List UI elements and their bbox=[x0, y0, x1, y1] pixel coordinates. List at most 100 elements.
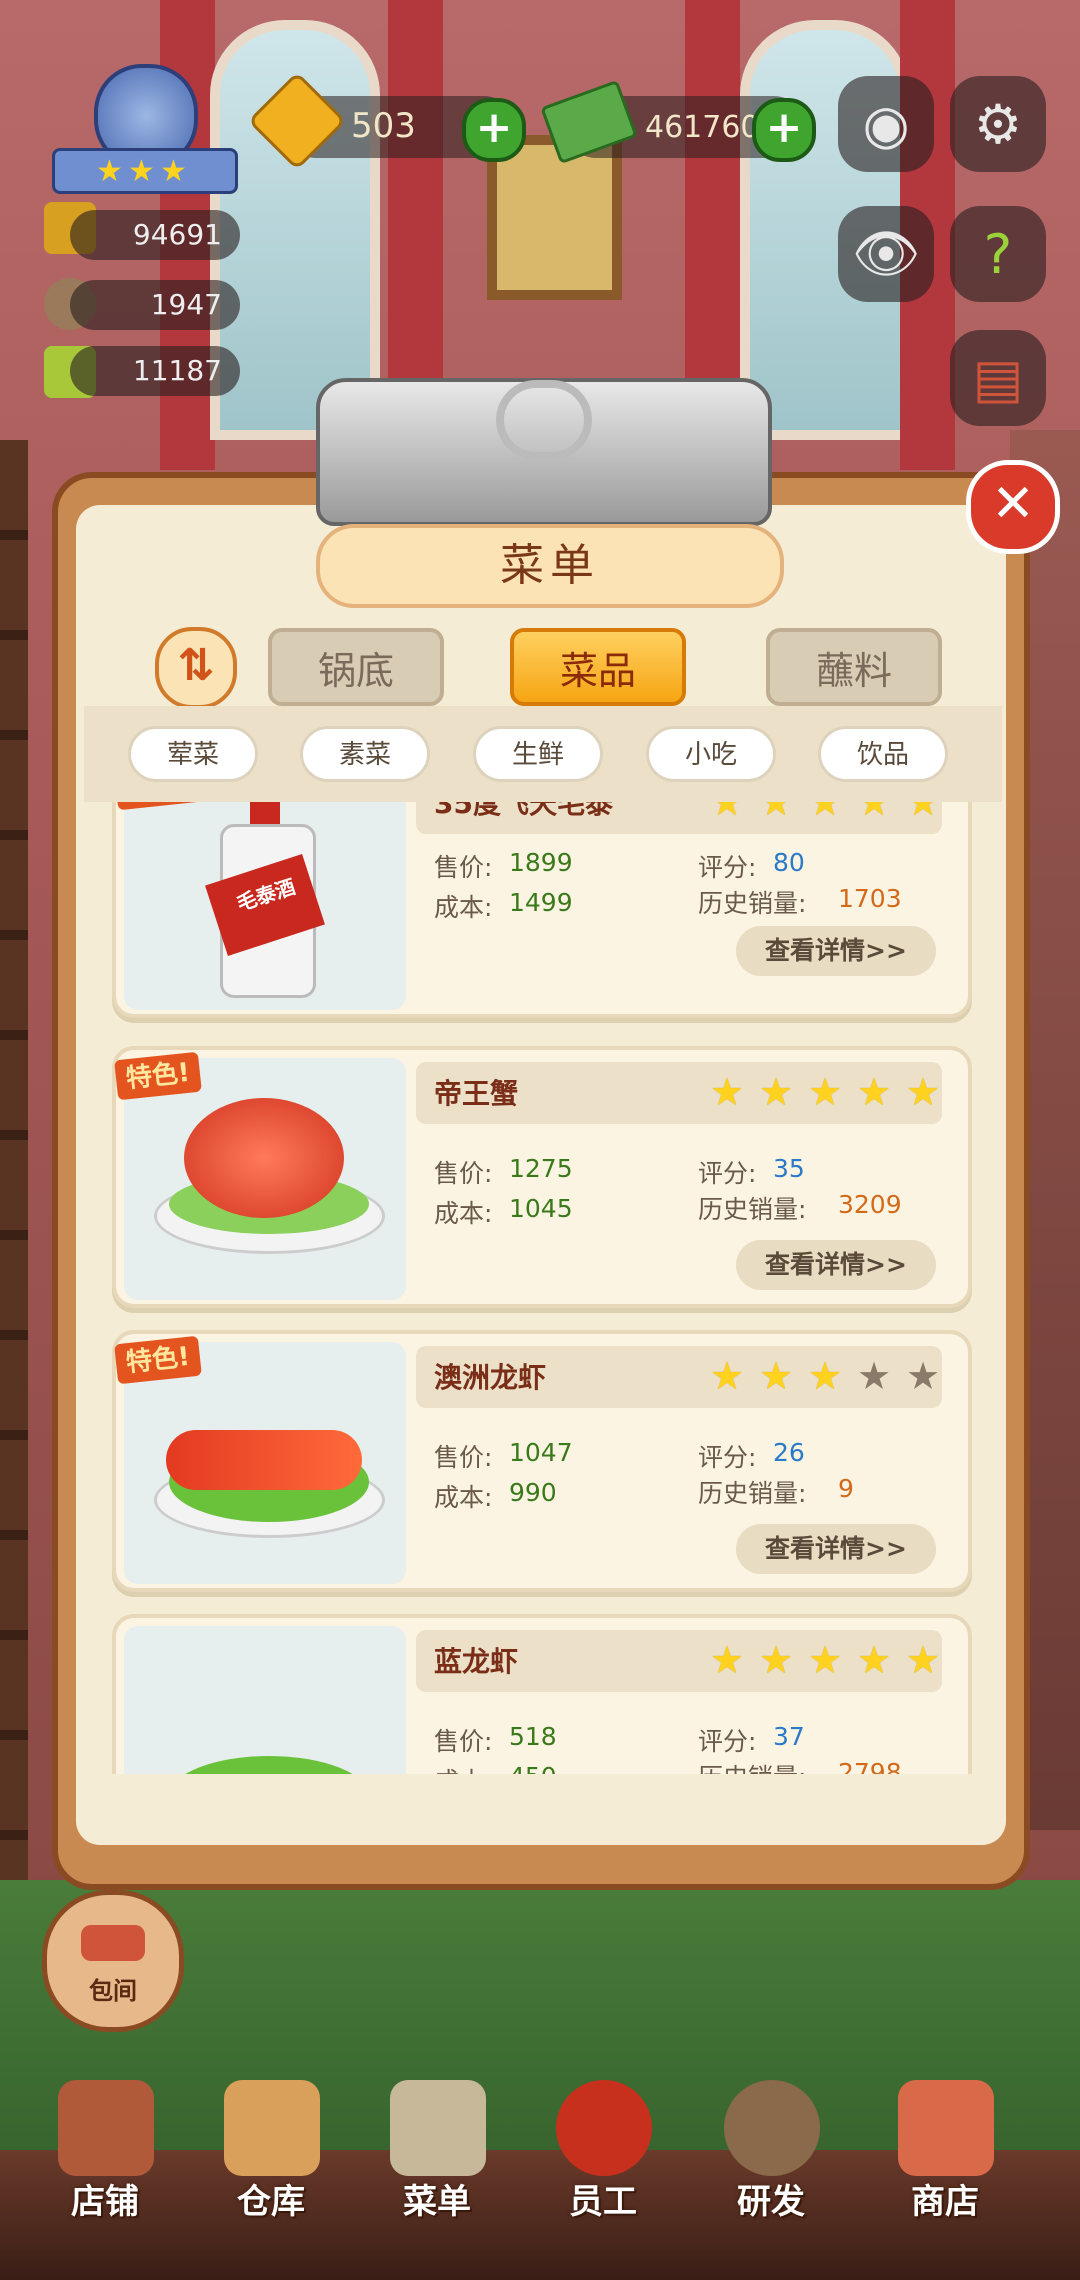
nav-store[interactable]: 商店 bbox=[870, 2080, 1020, 2230]
nav-label: 仓库 bbox=[237, 2182, 305, 2222]
sofa-icon bbox=[81, 1925, 145, 1961]
star-empty-icon: ★ bbox=[857, 1354, 892, 1398]
price-value: 1047 bbox=[509, 1438, 573, 1467]
nav-menu[interactable]: 菜单 bbox=[362, 2080, 512, 2230]
star-icon: ★ bbox=[759, 1354, 794, 1398]
nav-label: 研发 bbox=[737, 2182, 805, 2222]
star-icon: ★ bbox=[759, 1070, 794, 1114]
camera-button[interactable]: ◉ bbox=[838, 76, 934, 172]
add-cash-button[interactable]: + bbox=[752, 98, 816, 162]
restaurant-level-badge[interactable]: ★ ★ ★ bbox=[52, 60, 238, 194]
subtab-drinks[interactable]: 饮品 bbox=[818, 726, 948, 782]
star-icon: ★ bbox=[808, 1354, 843, 1398]
rating-value: 35 bbox=[773, 1154, 805, 1183]
badge-star-icon: ★ bbox=[128, 154, 155, 189]
cost-value: 450 bbox=[509, 1762, 557, 1774]
price-value: 518 bbox=[509, 1722, 557, 1751]
visibility-button[interactable]: 👁 bbox=[838, 206, 934, 302]
rating-value: 26 bbox=[773, 1438, 805, 1467]
rating-label: 评分: bbox=[698, 853, 757, 882]
dish-name: 澳洲龙虾 bbox=[434, 1361, 547, 1394]
star-icon: ★ bbox=[906, 1638, 941, 1682]
close-icon: ✕ bbox=[991, 474, 1035, 534]
private-room-label: 包间 bbox=[89, 1977, 137, 2005]
tab-dishes[interactable]: 菜品 bbox=[510, 628, 686, 706]
stat-popularity: 94691 bbox=[70, 210, 240, 260]
star-icon: ★ bbox=[759, 1638, 794, 1682]
star-icon: ★ bbox=[710, 1638, 745, 1682]
menu-title: 菜单 bbox=[316, 524, 784, 608]
dish-name: 帝王蟹 bbox=[434, 1077, 519, 1110]
dish-list[interactable]: 毛泰酒 特色! 35度飞天毛泰 ★ ★ ★ ★ ★ 售价: 1899 成本: 1… bbox=[104, 802, 978, 1774]
cost-value: 990 bbox=[509, 1478, 557, 1507]
rating-label: 评分: bbox=[698, 1727, 757, 1756]
star-icon: ★ bbox=[759, 802, 794, 824]
tab-dipping-sauce[interactable]: 蘸料 bbox=[766, 628, 942, 706]
dish-image bbox=[124, 1626, 406, 1774]
nav-shop[interactable]: 店铺 bbox=[30, 2080, 180, 2230]
store-icon bbox=[898, 2080, 994, 2176]
subtab-snacks[interactable]: 小吃 bbox=[646, 726, 776, 782]
dish-name: 蓝龙虾 bbox=[434, 1645, 519, 1678]
nav-label: 店铺 bbox=[71, 2182, 139, 2222]
lobster-icon bbox=[166, 1430, 362, 1490]
sales-value: 9 bbox=[838, 1474, 854, 1503]
recipe-book-button[interactable]: ▤ bbox=[950, 330, 1046, 426]
price-label: 售价: bbox=[434, 1159, 493, 1188]
cost-label: 成本: bbox=[434, 893, 493, 922]
sales-label: 历史销量: bbox=[698, 1479, 807, 1508]
rating-label: 评分: bbox=[698, 1443, 757, 1472]
nav-research[interactable]: 研发 bbox=[696, 2080, 846, 2230]
cost-label: 成本: bbox=[434, 1483, 493, 1512]
clipboard-ring bbox=[496, 380, 592, 460]
wood-post bbox=[0, 440, 28, 1920]
view-details-button[interactable]: 查看详情>> bbox=[736, 1524, 936, 1574]
dish-card: 特色! 帝王蟹 ★ ★ ★ ★ ★ 售价: 1275 成本: 1045 评分: … bbox=[112, 1046, 972, 1308]
help-book-icon: ? bbox=[983, 222, 1013, 286]
gem-value: 503 bbox=[351, 106, 416, 146]
view-details-button[interactable]: 查看详情>> bbox=[736, 926, 936, 976]
cost-label: 成本: bbox=[434, 1762, 492, 1774]
recipe-book-icon: ▤ bbox=[972, 346, 1024, 410]
sales-label: 历史销量: bbox=[698, 1195, 807, 1224]
staff-icon bbox=[556, 2080, 652, 2176]
star-empty-icon: ★ bbox=[906, 1354, 941, 1398]
price-value: 1899 bbox=[509, 848, 573, 877]
stat-customers: 1947 bbox=[70, 280, 240, 330]
add-gems-button[interactable]: + bbox=[462, 98, 526, 162]
nav-warehouse[interactable]: 仓库 bbox=[196, 2080, 346, 2230]
stat-certificates: 11187 bbox=[70, 346, 240, 396]
subtab-meat[interactable]: 荤菜 bbox=[128, 726, 258, 782]
price-label: 售价: bbox=[434, 1443, 493, 1472]
rating-value: 37 bbox=[773, 1722, 805, 1751]
dish-name: 35度飞天毛泰 bbox=[434, 802, 613, 820]
subtab-fresh[interactable]: 生鲜 bbox=[473, 726, 603, 782]
private-room-button[interactable]: 包间 bbox=[42, 1890, 184, 2032]
cost-value: 1499 bbox=[509, 888, 573, 917]
nav-staff[interactable]: 员工 bbox=[528, 2080, 678, 2230]
star-icon: ★ bbox=[710, 802, 745, 824]
nav-label: 员工 bbox=[569, 2182, 637, 2222]
subtab-vegetable[interactable]: 素菜 bbox=[300, 726, 430, 782]
settings-button[interactable]: ⚙ bbox=[950, 76, 1046, 172]
shop-icon bbox=[58, 2080, 154, 2176]
cost-label: 成本: bbox=[434, 1199, 493, 1228]
sales-value: 3209 bbox=[838, 1190, 902, 1219]
sort-button[interactable]: ⇅ bbox=[155, 627, 237, 709]
close-button[interactable]: ✕ bbox=[966, 460, 1060, 554]
price-value: 1275 bbox=[509, 1154, 573, 1183]
view-details-button[interactable]: 查看详情>> bbox=[736, 1240, 936, 1290]
tab-soup-base[interactable]: 锅底 bbox=[268, 628, 444, 706]
star-icon: ★ bbox=[857, 1638, 892, 1682]
star-icon: ★ bbox=[857, 802, 892, 824]
camera-icon: ◉ bbox=[862, 92, 910, 156]
dish-card: 蓝龙虾 ★ ★ ★ ★ ★ 售价: 518 成本: 450 评分: 37 历史销… bbox=[112, 1614, 972, 1774]
gear-icon: ⚙ bbox=[973, 92, 1023, 156]
price-label: 售价: bbox=[434, 1727, 493, 1756]
rating-value: 80 bbox=[773, 848, 805, 877]
warehouse-icon bbox=[224, 2080, 320, 2176]
lettuce bbox=[169, 1756, 369, 1774]
dish-card: 特色! 澳洲龙虾 ★ ★ ★ ★ ★ 售价: 1047 成本: 990 评分: … bbox=[112, 1330, 972, 1592]
dish-image: 毛泰酒 bbox=[124, 802, 406, 1010]
help-guide-button[interactable]: ? bbox=[950, 206, 1046, 302]
